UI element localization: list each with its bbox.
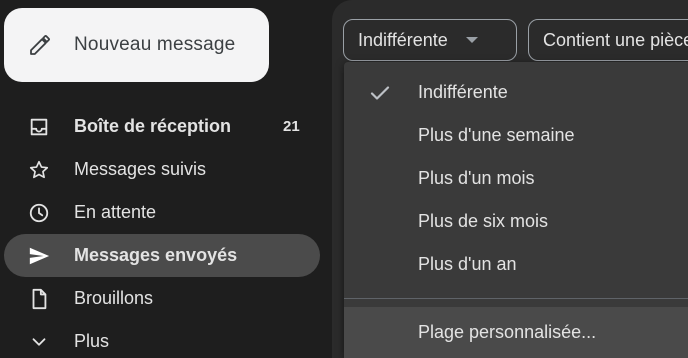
sidebar-nav: Boîte de réception 21 Messages suivis En… [0,105,332,358]
sidebar: Nouveau message Boîte de réception 21 Me… [0,0,332,358]
menu-item-older-than-year[interactable]: Plus d'un an [344,243,688,286]
sidebar-item-label: Brouillons [74,288,154,308]
sidebar-item-label: Boîte de réception [74,116,232,136]
menu-item-custom-range[interactable]: Plage personnalisée... [344,307,688,358]
checkmark-icon [370,86,390,100]
sidebar-item-starred[interactable]: Messages suivis [0,148,332,191]
attachment-filter-label: Contient une pièce jointe [543,29,688,50]
sidebar-item-inbox[interactable]: Boîte de réception 21 [0,105,332,148]
sidebar-item-sent[interactable]: Messages envoyés [4,234,320,277]
send-icon [26,243,52,269]
caret-down-icon [465,37,478,43]
unread-count: 21 [283,118,300,135]
menu-item-older-than-month[interactable]: Plus d'un mois [344,157,688,200]
sidebar-item-label: Plus [74,331,110,351]
sidebar-item-label: Messages envoyés [74,245,238,265]
attachment-filter-chip[interactable]: Contient une pièce jointe [528,19,688,61]
menu-divider [344,298,688,299]
inbox-icon [26,114,52,140]
menu-item-label: Plus d'une semaine [418,125,575,145]
chevron-down-icon [26,329,52,355]
sidebar-item-label: En attente [74,202,157,222]
menu-item-label: Plus d'un an [418,254,517,274]
clock-icon [26,200,52,226]
sidebar-item-snoozed[interactable]: En attente [0,191,332,234]
mail-app: Nouveau message Boîte de réception 21 Me… [0,0,688,358]
menu-item-label: Plage personnalisée... [418,322,597,342]
menu-item-label: Plus d'un mois [418,168,535,188]
compose-button[interactable]: Nouveau message [4,8,269,82]
pencil-icon [26,31,54,59]
date-filter-menu: Indifférente Plus d'une semaine Plus d'u… [344,62,688,358]
date-filter-label: Indifférente [358,29,448,50]
sidebar-item-label: Messages suivis [74,159,207,179]
star-icon [26,157,52,183]
menu-item-older-than-week[interactable]: Plus d'une semaine [344,114,688,157]
date-filter-chip[interactable]: Indifférente [343,19,517,61]
draft-icon [26,286,52,312]
sidebar-item-drafts[interactable]: Brouillons [0,277,332,320]
compose-label: Nouveau message [74,34,236,55]
sidebar-item-more[interactable]: Plus [0,320,332,358]
menu-item-older-than-six-months[interactable]: Plus de six mois [344,200,688,243]
menu-item-label: Plus de six mois [418,211,549,231]
menu-item-label: Indifférente [418,82,508,102]
menu-item-any-time[interactable]: Indifférente [344,71,688,114]
